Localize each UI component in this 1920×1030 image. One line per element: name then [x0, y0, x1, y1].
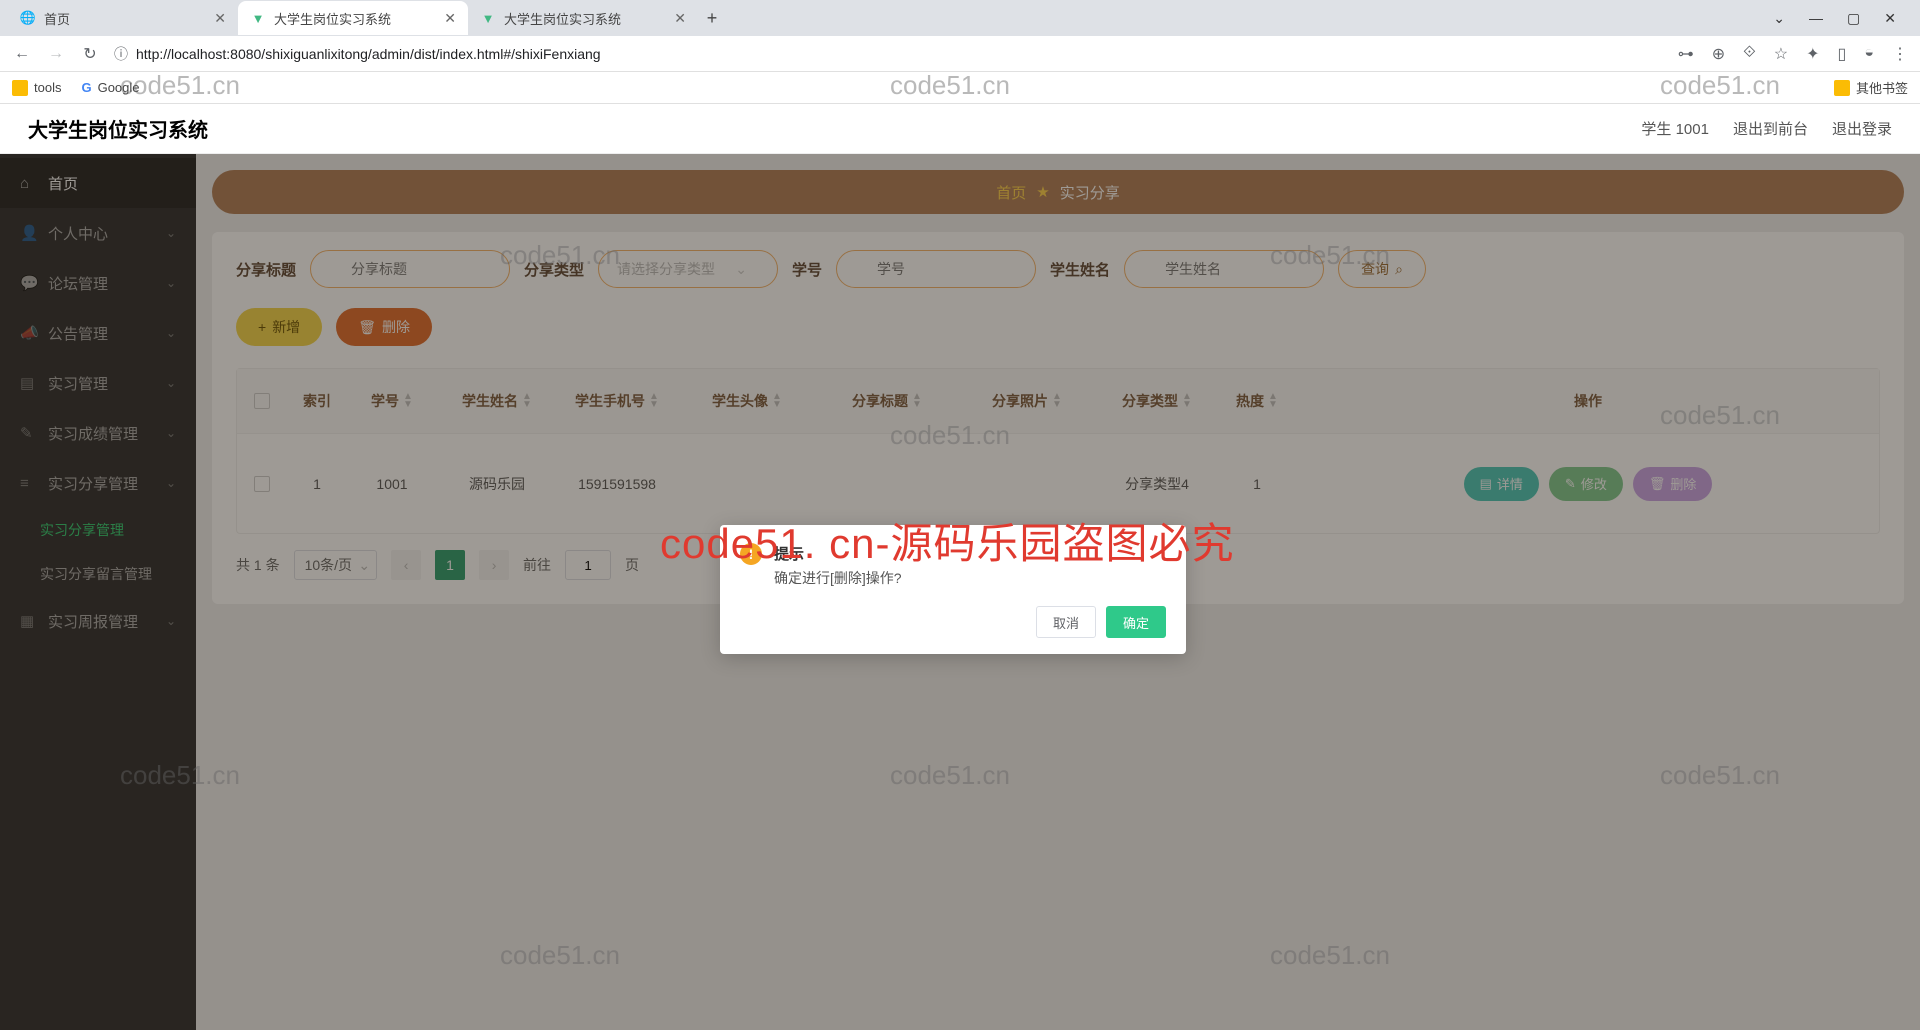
warning-icon: ! — [740, 543, 762, 565]
bookmark-google[interactable]: GGoogle — [81, 80, 139, 95]
star-icon[interactable]: ☆ — [1774, 44, 1788, 64]
browser-tab-2[interactable]: ▼ 大学生岗位实习系统 ✕ — [468, 1, 698, 35]
info-icon[interactable]: ⓘ — [114, 44, 128, 64]
folder-icon — [1834, 80, 1850, 96]
address-bar: ← → ↻ ⓘ http://localhost:8080/shixiguanl… — [0, 36, 1920, 72]
back-icon[interactable]: ← — [12, 45, 32, 63]
app-header: 大学生岗位实习系统 学生 1001 退出到前台 退出登录 — [0, 104, 1920, 154]
user-label[interactable]: 学生 1001 — [1641, 118, 1709, 139]
browser-tab-0[interactable]: 🌐 首页 ✕ — [8, 1, 238, 35]
tab-title: 大学生岗位实习系统 — [274, 9, 391, 28]
url-text: http://localhost:8080/shixiguanlixitong/… — [136, 46, 601, 62]
new-tab-button[interactable]: + — [698, 8, 726, 29]
close-icon[interactable]: ✕ — [674, 10, 686, 27]
vue-icon: ▼ — [480, 10, 496, 26]
minimize-icon[interactable]: — — [1809, 10, 1823, 27]
dialog-title: 提示 — [774, 543, 902, 564]
close-icon[interactable]: ✕ — [444, 10, 456, 27]
browser-tab-1[interactable]: ▼ 大学生岗位实习系统 ✕ — [238, 1, 468, 35]
vue-icon: ▼ — [250, 10, 266, 26]
bookmark-tools[interactable]: tools — [12, 80, 61, 96]
bookmark-other[interactable]: 其他书签 — [1834, 78, 1908, 97]
url-input[interactable]: ⓘ http://localhost:8080/shixiguanlixiton… — [114, 44, 1664, 64]
ok-button[interactable]: 确定 — [1106, 606, 1166, 638]
cancel-button[interactable]: 取消 — [1036, 606, 1096, 638]
extensions-icon[interactable]: ✦ — [1806, 44, 1819, 64]
close-window-icon[interactable]: ✕ — [1884, 10, 1896, 27]
menu-icon[interactable]: ⋮ — [1892, 44, 1908, 64]
translate-icon[interactable]: ⟐ — [1743, 44, 1756, 64]
browser-chrome: 🌐首页 ✕ ▼大学生岗位实习系统 ✕ ▼大学生岗位实习系统 ✕ + ⌄ — ▢ … — [0, 0, 1920, 104]
folder-icon — [12, 80, 28, 96]
key-icon[interactable]: ⊶ — [1678, 44, 1694, 64]
maximize-icon[interactable]: ▢ — [1847, 10, 1860, 27]
chevron-down-icon[interactable]: ⌄ — [1773, 10, 1785, 27]
bookmark-bar: tools GGoogle 其他书签 — [0, 72, 1920, 104]
link-logout[interactable]: 退出登录 — [1832, 118, 1892, 139]
dialog-message: 确定进行[删除]操作? — [774, 568, 902, 588]
profile-icon[interactable]: ◒ — [1864, 44, 1874, 64]
close-icon[interactable]: ✕ — [214, 10, 226, 27]
link-front[interactable]: 退出到前台 — [1733, 118, 1808, 139]
globe-icon: 🌐 — [20, 10, 36, 26]
app-title: 大学生岗位实习系统 — [28, 114, 208, 143]
sidepanel-icon[interactable]: ▯ — [1838, 44, 1847, 64]
tab-bar: 🌐首页 ✕ ▼大学生岗位实习系统 ✕ ▼大学生岗位实习系统 ✕ + ⌄ — ▢ … — [0, 0, 1920, 36]
tab-title: 首页 — [44, 9, 70, 28]
reload-icon[interactable]: ↻ — [80, 44, 100, 64]
tab-title: 大学生岗位实习系统 — [504, 9, 621, 28]
forward-icon[interactable]: → — [46, 45, 66, 63]
google-icon: G — [81, 80, 91, 95]
confirm-dialog: ! 提示 确定进行[删除]操作? 取消 确定 — [720, 525, 1186, 654]
zoom-icon[interactable]: ⊕ — [1712, 44, 1725, 64]
